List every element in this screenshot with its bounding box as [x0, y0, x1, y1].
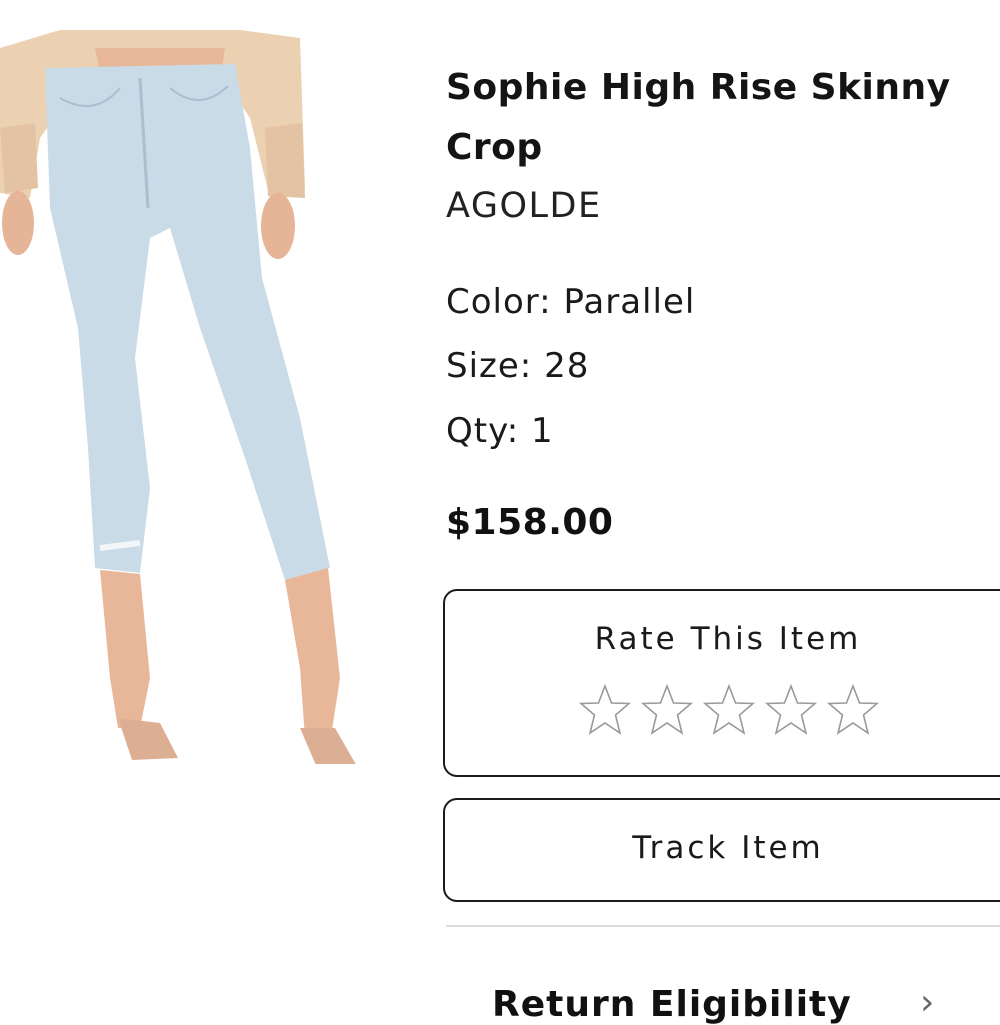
- qty-label: Qty:: [446, 411, 532, 451]
- qty-row: Qty: 1: [446, 411, 554, 451]
- rate-item-panel: Rate This Item: [443, 589, 1000, 777]
- star-1-icon[interactable]: [578, 683, 632, 737]
- size-label: Size:: [446, 346, 545, 386]
- chevron-right-icon[interactable]: ›: [920, 982, 934, 1023]
- size-row: Size: 28: [446, 346, 589, 386]
- size-value: 28: [544, 346, 590, 386]
- track-item-label: Track Item: [632, 830, 824, 866]
- color-value: Parallel: [563, 282, 696, 322]
- color-row: Color: Parallel: [446, 282, 695, 322]
- color-label: Color:: [446, 282, 564, 322]
- product-image[interactable]: [0, 28, 362, 764]
- divider: [446, 925, 1000, 927]
- star-5-icon[interactable]: [826, 683, 880, 737]
- brand-name[interactable]: AGOLDE: [446, 186, 602, 226]
- qty-value: 1: [531, 411, 554, 451]
- star-rating: [578, 683, 880, 737]
- star-4-icon[interactable]: [764, 683, 818, 737]
- price: $158.00: [446, 502, 614, 543]
- product-title: Sophie High Rise Skinny Crop: [446, 67, 951, 168]
- return-eligibility-label[interactable]: Return Eligibility: [492, 984, 852, 1025]
- star-2-icon[interactable]: [640, 683, 694, 737]
- rate-item-title: Rate This Item: [594, 621, 862, 657]
- star-3-icon[interactable]: [702, 683, 756, 737]
- track-item-button[interactable]: Track Item: [443, 798, 1000, 902]
